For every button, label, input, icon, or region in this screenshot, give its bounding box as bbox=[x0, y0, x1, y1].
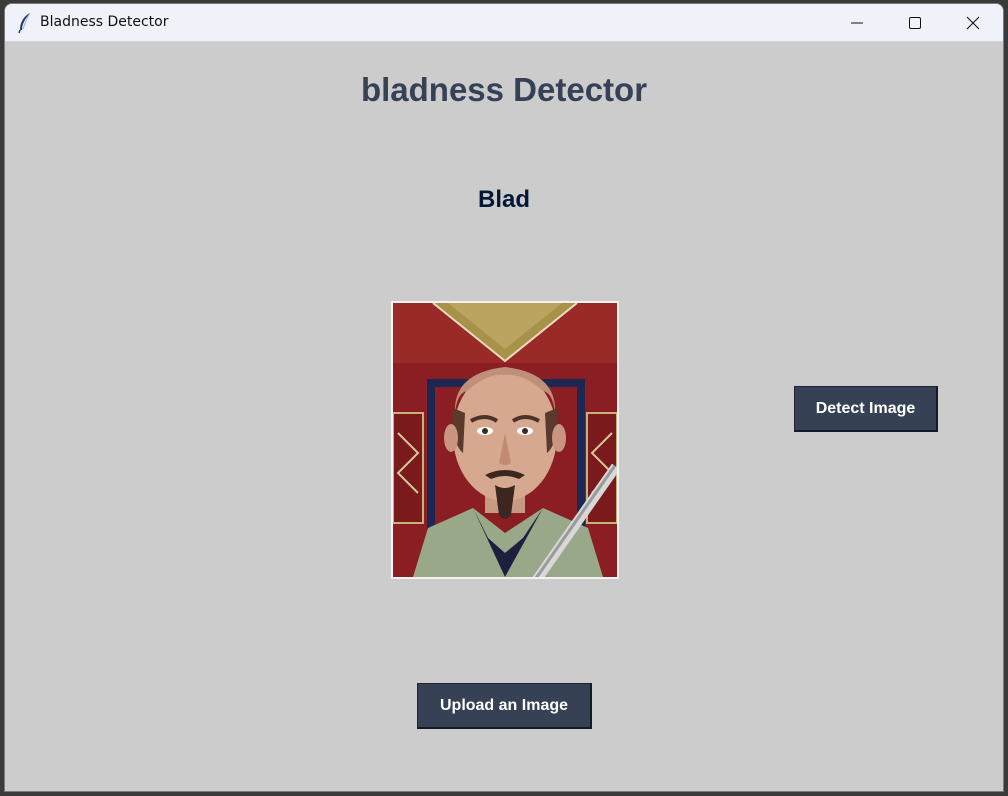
uploaded-image bbox=[391, 301, 619, 579]
maximize-icon bbox=[909, 16, 921, 29]
close-icon bbox=[966, 16, 980, 30]
detect-image-button[interactable]: Detect Image bbox=[794, 386, 938, 432]
close-button[interactable] bbox=[944, 4, 1002, 41]
page-title: bladness Detector bbox=[360, 71, 648, 108]
window-title: Bladness Detector bbox=[40, 14, 169, 30]
feather-icon bbox=[17, 12, 33, 34]
app-window: Bladness Detector bladness Detector Blad bbox=[4, 3, 1004, 792]
upload-image-button[interactable]: Upload an Image bbox=[417, 683, 592, 729]
result-label: Blad bbox=[477, 186, 530, 213]
title-bar[interactable]: Bladness Detector bbox=[5, 4, 1003, 42]
main-content: bladness Detector Blad Detect Image Uplo… bbox=[5, 42, 1003, 791]
portrait-image bbox=[393, 303, 617, 577]
minimize-icon bbox=[851, 17, 863, 29]
maximize-button[interactable] bbox=[886, 4, 944, 41]
minimize-button[interactable] bbox=[828, 4, 886, 41]
